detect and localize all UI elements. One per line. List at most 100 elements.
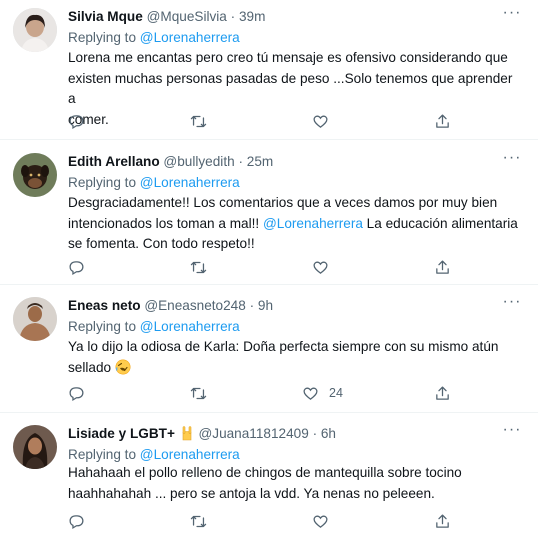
replying-to: Replying to @Lorenaherrera: [68, 28, 240, 47]
tweet-actions: [60, 511, 460, 531]
reply-icon: [69, 260, 84, 275]
share-button[interactable]: [434, 257, 451, 277]
sign-of-the-horns-emoji: [182, 426, 191, 441]
replying-to: Replying to @Lorenaherrera: [68, 317, 240, 336]
user-handle[interactable]: @Juana11812409: [198, 426, 308, 441]
share-button[interactable]: [434, 111, 451, 131]
replying-to-label: Replying to: [68, 447, 137, 462]
retweet-icon: [190, 115, 207, 127]
retweet-button[interactable]: [190, 257, 207, 277]
replying-to-label: Replying to: [68, 319, 137, 334]
share-icon: [436, 259, 449, 274]
retweet-button[interactable]: [190, 511, 207, 531]
heart-icon: [303, 387, 318, 400]
retweet-icon: [190, 515, 207, 527]
tweet-text-line: Lorena me encantas pero creo tú mensaje …: [68, 50, 508, 65]
user-handle[interactable]: @Eneasneto248: [144, 298, 245, 313]
timestamp[interactable]: 25m: [247, 154, 273, 169]
heart-icon: [313, 115, 328, 128]
like-button[interactable]: [312, 511, 339, 531]
reply-icon: [69, 114, 84, 129]
retweet-button[interactable]: [190, 383, 207, 403]
tweet-text: Replying to @Lorenaherrera: [68, 445, 518, 464]
reply-icon: [69, 386, 84, 401]
tweet-text-line: sellado: [68, 358, 518, 379]
tweet-text-line: Desgraciadamente!! Los comentarios que a…: [68, 195, 498, 210]
separator-dot: ·: [238, 154, 243, 169]
tweet-text-line: se fomenta. Con todo respeto!!: [68, 236, 255, 251]
display-name[interactable]: Eneas neto: [68, 298, 141, 313]
avatar[interactable]: [13, 153, 57, 197]
tweet-actions: 24: [60, 383, 460, 403]
tweet-card[interactable]: Lisiade y LGBT+ @Juana11812409 · 6h ··· …: [0, 417, 538, 540]
share-button[interactable]: [434, 383, 451, 403]
heart-icon: [313, 515, 328, 528]
more-icon[interactable]: ···: [502, 294, 522, 315]
tweet-text-line: haahhahahah ... pero se antoja la vdd. Y…: [68, 485, 435, 501]
tweet-text-line: intencionados los toman a mal!! @Lorenah…: [68, 214, 518, 235]
avatar[interactable]: [13, 297, 57, 341]
reply-button[interactable]: [68, 511, 85, 531]
avatar[interactable]: [13, 8, 57, 52]
timestamp[interactable]: 9h: [258, 298, 273, 313]
heart-icon: [313, 261, 328, 274]
tweet-text-line: Hahahaah el pollo relleno de chingos de …: [68, 465, 462, 480]
more-icon[interactable]: ···: [502, 150, 522, 171]
separator-dot: ·: [312, 426, 318, 441]
more-icon[interactable]: ···: [502, 422, 522, 443]
replying-to: Replying to @Lorenaherrera: [68, 173, 240, 192]
display-name[interactable]: Silvia Mque: [68, 9, 143, 24]
timestamp[interactable]: 6h: [321, 426, 336, 441]
reply-button[interactable]: [68, 257, 85, 277]
share-icon: [436, 513, 449, 528]
tweet-actions: [60, 111, 460, 131]
retweet-button[interactable]: [190, 111, 207, 131]
tweet-card[interactable]: Eneas neto @Eneasneto248 · 9h ··· Replyi…: [0, 289, 538, 413]
timestamp[interactable]: 39m: [239, 9, 265, 24]
mention-link[interactable]: @Lorenaherrera: [140, 319, 240, 334]
tweet-header: Silvia Mque @MqueSilvia · 39m: [68, 8, 265, 26]
like-button[interactable]: [312, 111, 339, 131]
retweet-icon: [190, 261, 207, 273]
tweet-header: Eneas neto @Eneasneto248 · 9h: [68, 297, 273, 315]
reply-button[interactable]: [68, 111, 85, 131]
tweet-actions: [60, 257, 460, 277]
display-name[interactable]: Edith Arellano: [68, 154, 160, 169]
replying-to-label: Replying to: [68, 175, 137, 190]
mention-link[interactable]: @Lorenaherrera: [140, 175, 240, 190]
share-button[interactable]: [434, 511, 451, 531]
tweet-card[interactable]: Silvia Mque @MqueSilvia · 39m ··· Replyi…: [0, 0, 538, 140]
tweet-header: Edith Arellano @bullyedith · 25m: [68, 153, 273, 171]
reply-icon: [69, 514, 84, 529]
replying-to-label: Replying to: [68, 30, 137, 45]
user-handle[interactable]: @bullyedith: [163, 154, 234, 169]
tweet-card[interactable]: Edith Arellano @bullyedith · 25m ··· Rep…: [0, 145, 538, 285]
mention-link[interactable]: @Lorenaherrera: [140, 447, 240, 462]
mention-link[interactable]: @Lorenaherrera: [263, 216, 363, 231]
user-handle[interactable]: @MqueSilvia: [147, 9, 227, 24]
like-count: 24: [329, 386, 343, 400]
like-button[interactable]: [312, 257, 339, 277]
tweet-text: Desgraciadamente!! Los comentarios que a…: [68, 193, 518, 255]
reply-button[interactable]: [68, 383, 85, 403]
tweet-header: Lisiade y LGBT+ @Juana11812409 · 6h: [68, 425, 336, 443]
tweet-text: Hahahaah el pollo relleno de chingos de …: [68, 463, 518, 504]
tweet-text-segment: sellado: [68, 359, 112, 375]
mention-link[interactable]: @Lorenaherrera: [140, 30, 240, 45]
like-button[interactable]: 24: [302, 383, 343, 403]
separator-dot: ·: [249, 298, 255, 313]
share-icon: [436, 113, 449, 128]
tweet-text-line: Ya lo dijo la odiosa de Karla: Doña perf…: [68, 339, 499, 354]
display-name[interactable]: Lisiade y LGBT+: [68, 426, 175, 441]
tweet-text: Ya lo dijo la odiosa de Karla: Doña perf…: [68, 337, 518, 378]
tweet-text-line: existen muchas personas pasadas de peso …: [68, 70, 513, 107]
replying-to: Replying to @Lorenaherrera: [68, 445, 518, 464]
share-icon: [436, 385, 449, 400]
tweet-text-segment: La educación alimentaria: [362, 215, 518, 231]
avatar[interactable]: [13, 425, 57, 469]
rolling-on-floor-laughing-emoji: [115, 359, 131, 374]
more-icon[interactable]: ···: [502, 5, 522, 26]
separator-dot: ·: [230, 9, 236, 24]
retweet-icon: [190, 387, 207, 399]
tweet-text-segment: intencionados los toman a mal!!: [68, 215, 263, 231]
